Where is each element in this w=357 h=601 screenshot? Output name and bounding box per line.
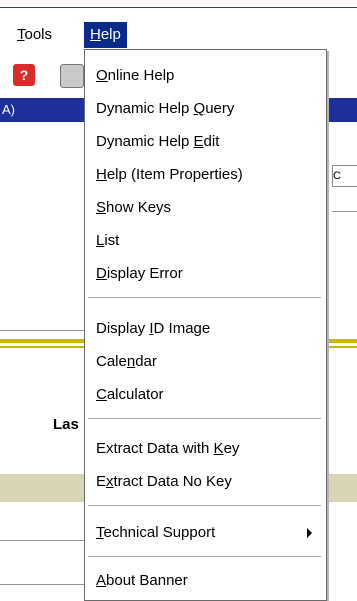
window-top-edge <box>0 0 357 8</box>
menu-help-mnemonic: H <box>90 26 101 43</box>
menu-item-extract-data-no-key[interactable]: Extract Data No Key <box>96 469 232 495</box>
menu-item-dynamic-help-query[interactable]: Dynamic Help Query <box>96 96 234 122</box>
menu-tools-mnemonic: T <box>17 26 25 43</box>
help-question-icon[interactable]: ? <box>13 64 35 86</box>
form-title-text: A) <box>2 102 15 117</box>
menu-item-online-help[interactable]: Online Help <box>96 63 174 89</box>
menu-item-display-id-image[interactable]: Display ID Image <box>96 316 210 342</box>
menu-tools-label: ools <box>24 26 53 43</box>
background-field-text: C <box>333 170 341 182</box>
background-divider-line <box>0 540 84 541</box>
background-divider-line <box>0 584 84 585</box>
menu-item-about-banner[interactable]: About Banner <box>96 568 188 594</box>
menu-item-list[interactable]: List <box>96 228 119 254</box>
submenu-arrow-icon <box>307 528 312 538</box>
menu-item-show-keys[interactable]: Show Keys <box>96 195 171 221</box>
database-icon[interactable] <box>60 64 84 88</box>
menu-item-help-item-properties[interactable]: Help (Item Properties) <box>96 162 243 188</box>
menu-item-technical-support[interactable]: Technical Support <box>96 520 215 546</box>
menu-item-dynamic-help-edit[interactable]: Dynamic Help Edit <box>96 129 219 155</box>
help-menu-dropdown: Online Help Dynamic Help Query Dynamic H… <box>84 49 327 601</box>
background-divider-line <box>0 330 84 331</box>
menu-item-calendar[interactable]: Calendar <box>96 349 157 375</box>
menu-separator <box>88 297 321 301</box>
menu-separator <box>88 418 321 422</box>
menu-separator <box>88 505 321 509</box>
menu-separator <box>88 556 321 560</box>
background-divider <box>332 211 357 212</box>
menu-help[interactable]: Help <box>84 22 127 48</box>
menu-tools[interactable]: Tools <box>13 22 56 48</box>
menu-help-label: elp <box>100 26 121 43</box>
background-field[interactable]: C <box>332 165 357 187</box>
menu-item-extract-data-with-key[interactable]: Extract Data with Key <box>96 436 239 462</box>
background-label: Las <box>53 416 79 433</box>
menu-item-calculator[interactable]: Calculator <box>96 382 164 408</box>
menu-item-display-error[interactable]: Display Error <box>96 261 183 287</box>
menu-bar: Tools Help <box>0 8 357 50</box>
